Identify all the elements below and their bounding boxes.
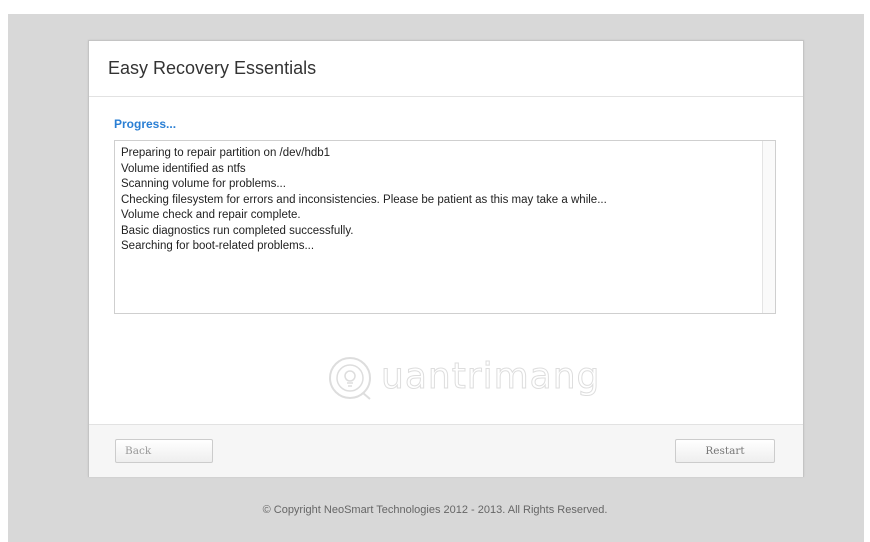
watermark-text: uantrimang [380, 356, 601, 398]
copyright-notice: © Copyright NeoSmart Technologies 2012 -… [262, 504, 608, 516]
back-button[interactable]: Back [115, 439, 213, 463]
log-line: Volume check and repair complete. [121, 209, 301, 221]
restart-button[interactable]: Restart [675, 439, 775, 463]
recovery-dialog: Easy Recovery Essentials Progress... Pre… [88, 40, 804, 477]
progress-heading: Progress... [114, 117, 177, 131]
dialog-footer: Back Restart [89, 424, 803, 477]
log-line: Preparing to repair partition on /dev/hd… [121, 147, 331, 159]
log-line: Basic diagnostics run completed successf… [121, 224, 354, 237]
quantrimang-logo-icon [329, 357, 371, 400]
log-line: Checking filesystem for errors and incon… [121, 193, 607, 206]
log-line: Scanning volume for problems... [121, 178, 286, 190]
log-line: Volume identified as ntfs [121, 162, 246, 175]
dialog-title: Easy Recovery Essentials [108, 58, 317, 78]
dialog-header: Easy Recovery Essentials [89, 41, 803, 97]
log-line: Searching for boot-related problems... [121, 240, 315, 252]
watermark: uantrimang [327, 351, 627, 411]
progress-log[interactable]: Preparing to repair partition on /dev/hd… [114, 140, 776, 314]
log-scrollbar[interactable] [762, 141, 775, 313]
log-lines: Preparing to repair partition on /dev/hd… [121, 146, 607, 255]
